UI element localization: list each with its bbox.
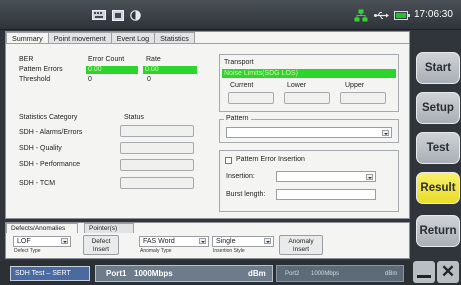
pattern-dropdown[interactable] [226,127,392,138]
usb-icon [374,9,389,21]
anomaly-insert-button[interactable]: Anomaly Insert [279,235,323,255]
port1-unit: dBm [248,269,266,278]
error-count-header: Error Count [88,56,125,63]
upper-header: Upper [345,82,365,89]
burst-length-input[interactable] [276,189,376,200]
defect-type-dropdown[interactable]: LOF [13,236,71,247]
pattern-title: Pattern [224,115,251,122]
status-label: Status [124,114,144,121]
anomaly-type-dropdown[interactable]: FAS Word [139,236,209,247]
anomaly-type-caption: Anomaly Type [140,248,172,254]
contrast-icon[interactable] [130,9,141,21]
port2-unit: dBm [385,271,398,277]
defects-panel: Defects/Anomalies Pointer(s) LOF Defect … [5,222,410,259]
battery-icon [394,9,410,21]
anomaly-type-value: FAS Word [143,238,175,245]
port2-status[interactable]: Port2 1000Mbps dBm [276,265,404,282]
chevron-down-icon [199,238,206,244]
transport-upper-value [340,92,386,104]
port2-name: Port2 [285,271,300,277]
return-button[interactable]: Return [416,215,460,247]
tab-pointers[interactable]: Pointer(s) [84,223,134,233]
keyboard-icon[interactable] [92,9,106,21]
defect-type-value: LOF [17,238,31,245]
insertion-style-caption: Insertion Style [213,248,245,254]
defect-insert-button[interactable]: Defect Insert [83,235,119,255]
rate-header: Rate [146,56,161,63]
port1-status[interactable]: Port1 1000Mbps dBm [95,265,273,282]
insertion-style-value: Single [216,238,236,245]
insertion-dropdown[interactable] [276,171,376,182]
insertion-label: Insertion: [226,173,255,180]
test-button[interactable]: Test [416,132,460,164]
port1-rate: 1000Mbps [134,269,173,278]
status-alarms-errors[interactable] [120,125,194,137]
stat-item-alarms-errors: SDH - Alarms/Errors [19,129,83,136]
tab-divider [6,43,409,44]
start-button[interactable]: Start [416,52,460,84]
summary-panel: Summary Point movement Event Log Statist… [5,31,410,219]
chevron-down-icon [366,174,373,180]
threshold-rate: 0 [147,76,151,83]
test-name-badge[interactable]: SDH Test – SERT [10,266,90,281]
stat-item-quality: SDH - Quality [19,145,62,152]
port2-rate: 1000Mbps [311,271,340,277]
stat-item-tcm: SDH - TCM [19,180,56,187]
minimize-button[interactable] [413,261,435,283]
chevron-down-icon [382,130,389,136]
chevron-down-icon [264,238,271,244]
lower-header: Lower [287,82,307,89]
status-performance[interactable] [120,159,194,171]
pattern-error-insertion-checkbox[interactable] [225,157,232,164]
status-quality[interactable] [120,142,194,154]
status-tcm[interactable] [120,177,194,189]
transport-group: Transport Noise Limits(SDG LOS) Current … [219,54,399,112]
transport-lower-value [284,92,330,104]
chevron-down-icon [61,238,68,244]
pattern-error-insertion-label: Pattern Error Insertion [236,156,305,163]
pattern-error-group: Pattern Error Insertion Insertion: Burst… [219,150,399,212]
threshold-label: Threshold [19,76,51,83]
defect-type-caption: Defect Type [14,248,41,254]
pattern-group: Pattern [219,115,399,143]
ber-label: BER [19,56,34,63]
current-header: Current [230,82,254,89]
transport-current-value [228,92,274,104]
result-button[interactable]: Result [416,172,460,204]
statistics-category-label: Statistics Category [19,114,78,121]
stat-item-performance: SDH - Performance [19,161,81,168]
port1-name: Port1 [106,269,127,278]
setup-button[interactable]: Setup [416,92,460,124]
threshold-count: 0 [88,76,92,83]
top-status-bar: 17:06:30 [0,0,461,30]
close-button[interactable]: ✕ [437,261,459,283]
pattern-errors-label: Pattern Errors [19,66,63,73]
insertion-style-dropdown[interactable]: Single [212,236,274,247]
clock: 17:06:30 [414,9,453,20]
pattern-errors-count: 0.00 [86,66,138,74]
pattern-errors-rate: 0.00 [143,66,197,74]
screenshot-icon[interactable] [112,9,124,21]
burst-length-label: Burst length: [226,191,266,198]
network-icon [354,9,368,21]
tab-defects-anomalies[interactable]: Defects/Anomalies [6,223,78,233]
transport-title: Transport [224,59,254,66]
transport-status: Noise Limits(SDG LOS) [222,69,396,78]
